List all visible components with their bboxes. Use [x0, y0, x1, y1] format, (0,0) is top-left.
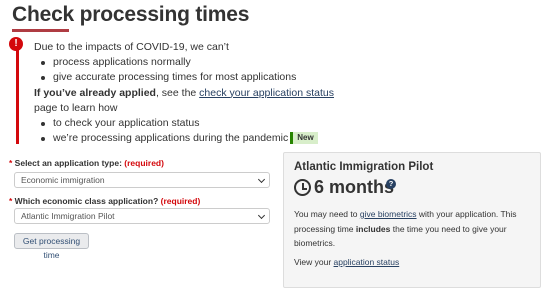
- new-badge: New: [290, 132, 318, 145]
- alert-applied: If you’ve already applied, see the check…: [34, 86, 334, 116]
- alert-list-item: process applications normally: [41, 55, 334, 70]
- alert-applied-strong: If you’ve already applied: [34, 86, 156, 99]
- get-processing-time-button[interactable]: Get processing time: [14, 233, 89, 260]
- alert-list-item-text: we’re processing applications during the…: [53, 132, 289, 145]
- application-type-select[interactable]: Economic immigration: [14, 172, 270, 188]
- alert-text: Due to the impacts of COVID-19, we can’t…: [34, 40, 334, 146]
- alert-list-item: to check your application status: [41, 116, 334, 131]
- required-marker: (required): [160, 196, 201, 206]
- status-line: View your application status: [294, 257, 399, 267]
- processing-time-panel: Atlantic Immigration Pilot 6 months ? Yo…: [283, 152, 541, 288]
- page-title: Check processing times: [12, 3, 250, 26]
- note-strong: includes: [355, 223, 391, 234]
- chevron-down-icon: [257, 175, 266, 184]
- required-marker: (required): [124, 158, 164, 168]
- alert-applied-text-end: page to learn how: [34, 101, 118, 114]
- economic-class-label-text: Which economic class application?: [14, 196, 159, 206]
- alert-applied-text: , see the: [155, 86, 200, 99]
- application-type-label: * Select an application type: (required): [9, 158, 164, 168]
- economic-class-label: * Which economic class application? (req…: [9, 196, 201, 206]
- note-text: You may need to: [294, 209, 360, 219]
- status-prefix: View your: [294, 257, 334, 267]
- check-status-link[interactable]: check your application status: [199, 87, 334, 99]
- alert-list-2: to check your application status we’re p…: [34, 116, 334, 146]
- economic-class-select[interactable]: Atlantic Immigration Pilot: [14, 208, 270, 224]
- processing-duration: 6 months: [314, 177, 395, 197]
- exclamation-circle-icon: !: [9, 37, 23, 51]
- alert-list: process applications normally give accur…: [34, 55, 334, 85]
- clock-icon: [294, 179, 311, 196]
- application-type-label-text: Select an application type:: [14, 158, 122, 168]
- alert-list-item: we’re processing applications during the…: [41, 131, 334, 146]
- biometrics-note: You may need to give biometrics with you…: [294, 207, 534, 251]
- economic-class-value: Atlantic Immigration Pilot: [21, 211, 115, 221]
- title-underline: [12, 29, 69, 32]
- alert-list-item: give accurate processing times for most …: [41, 70, 334, 85]
- give-biometrics-link[interactable]: give biometrics: [360, 209, 417, 219]
- application-type-value: Economic immigration: [21, 175, 105, 185]
- program-title: Atlantic Immigration Pilot: [294, 161, 434, 173]
- alert-intro: Due to the impacts of COVID-19, we can’t: [34, 41, 229, 53]
- application-status-link[interactable]: application status: [334, 257, 400, 267]
- question-circle-icon[interactable]: ?: [386, 179, 396, 189]
- chevron-down-icon: [257, 211, 266, 220]
